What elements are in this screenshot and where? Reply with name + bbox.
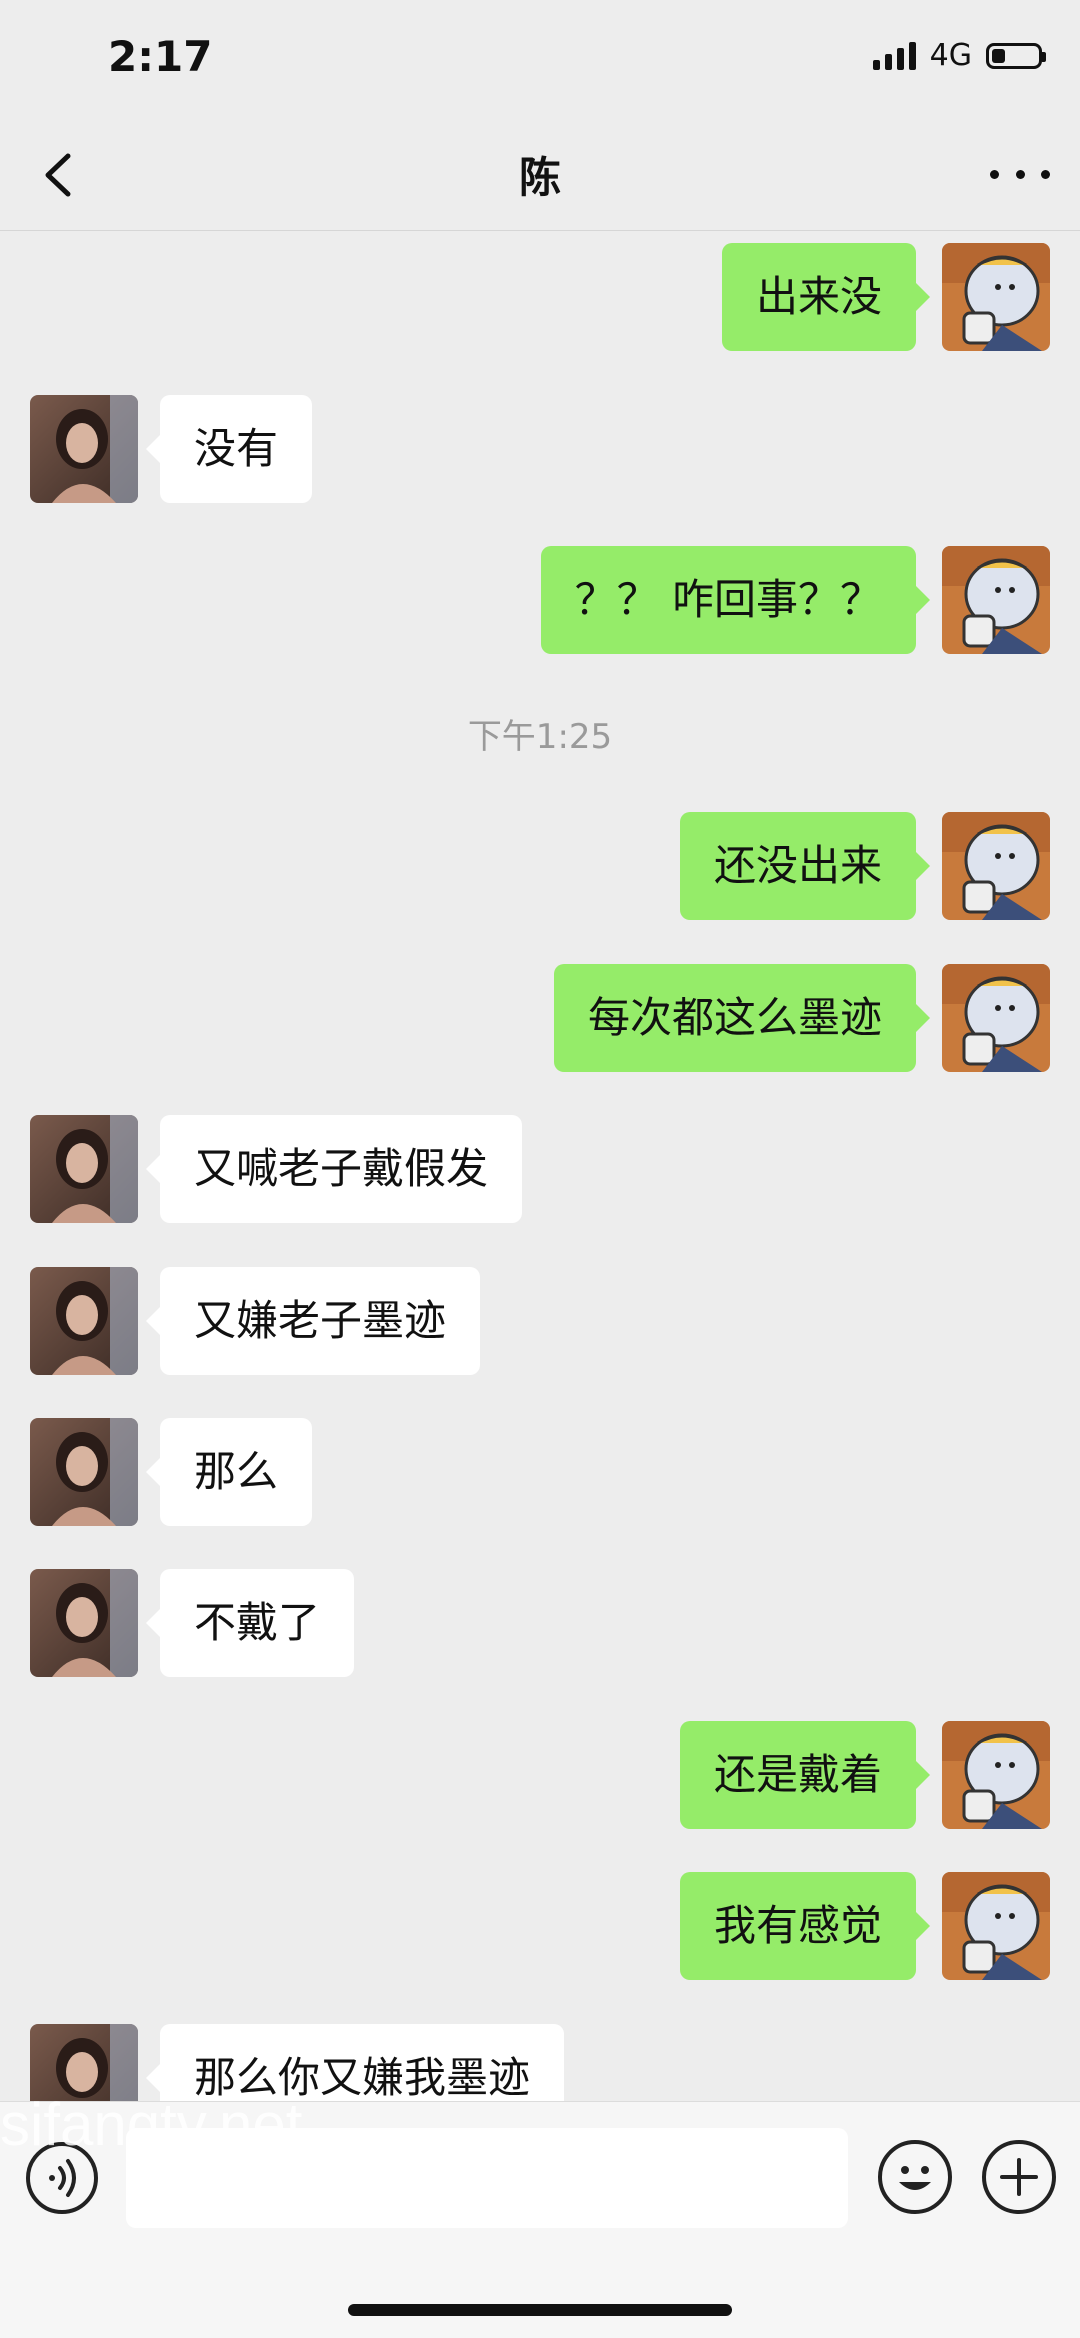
nav-bar: 陈 (0, 120, 1080, 231)
message-list[interactable]: 出来没没有 ？？ 咋回事？？ 下午1:25 还没出来每次都这么墨迹 又喊老子戴假发 又嫌老… (0, 231, 1080, 2101)
received-message: 又嫌老子墨迹 (0, 1267, 1080, 1375)
contact-avatar[interactable] (30, 1569, 138, 1677)
message-bubble[interactable]: ？？ 咋回事？？ (540, 546, 931, 654)
more-dots-icon[interactable] (990, 144, 1050, 204)
received-message: 没有 (0, 395, 1080, 503)
status-bar: 2:17 4G (0, 0, 1080, 120)
message-bubble[interactable]: 不戴了 (145, 1569, 355, 1677)
emoji-icon[interactable] (878, 2140, 952, 2214)
contact-avatar[interactable] (30, 1418, 138, 1526)
message-bubble[interactable]: 出来没 (721, 243, 931, 351)
received-message: 又喊老子戴假发 (0, 1115, 1080, 1223)
timestamp: 下午1:25 (467, 717, 613, 757)
message-bubble[interactable]: 那么 (145, 1418, 313, 1526)
sent-message: ？？ 咋回事？？ (0, 546, 1080, 654)
received-message: 那么 (0, 1418, 1080, 1526)
contact-avatar[interactable] (30, 1115, 138, 1223)
message-bubble[interactable]: 又嫌老子墨迹 (145, 1267, 481, 1375)
my-avatar[interactable] (942, 1872, 1050, 1980)
sent-message: 还没出来 (0, 812, 1080, 920)
my-avatar[interactable] (942, 243, 1050, 351)
battery-icon (986, 42, 1046, 69)
plus-icon[interactable] (982, 2140, 1056, 2214)
message-bubble[interactable]: 还是戴着 (679, 1721, 931, 1829)
contact-avatar[interactable] (30, 395, 138, 503)
my-avatar[interactable] (942, 964, 1050, 1072)
sent-message: 还是戴着 (0, 1721, 1080, 1829)
watermark: sifangtv.net (0, 2091, 303, 2158)
sent-message: 我有感觉 (0, 1872, 1080, 1980)
signal-icon (872, 41, 916, 70)
home-indicator[interactable] (348, 2304, 732, 2316)
received-message: 不戴了 (0, 1569, 1080, 1677)
sent-message: 每次都这么墨迹 (0, 964, 1080, 1072)
message-bubble[interactable]: 又喊老子戴假发 (145, 1115, 523, 1223)
message-bubble[interactable]: 我有感觉 (679, 1872, 931, 1980)
my-avatar[interactable] (942, 546, 1050, 654)
sent-message: 出来没 (0, 243, 1080, 351)
message-bubble[interactable]: 每次都这么墨迹 (553, 964, 931, 1072)
status-time: 2:17 (108, 32, 213, 81)
my-avatar[interactable] (942, 1721, 1050, 1829)
message-bubble[interactable]: 没有 (145, 395, 313, 503)
network-type: 4G (929, 38, 972, 73)
status-indicators: 4G (872, 38, 1046, 73)
message-bubble[interactable]: 还没出来 (679, 812, 931, 920)
battery-level (992, 48, 1006, 63)
chat-title: 陈 (518, 153, 561, 202)
contact-avatar[interactable] (30, 1267, 138, 1375)
my-avatar[interactable] (942, 812, 1050, 920)
